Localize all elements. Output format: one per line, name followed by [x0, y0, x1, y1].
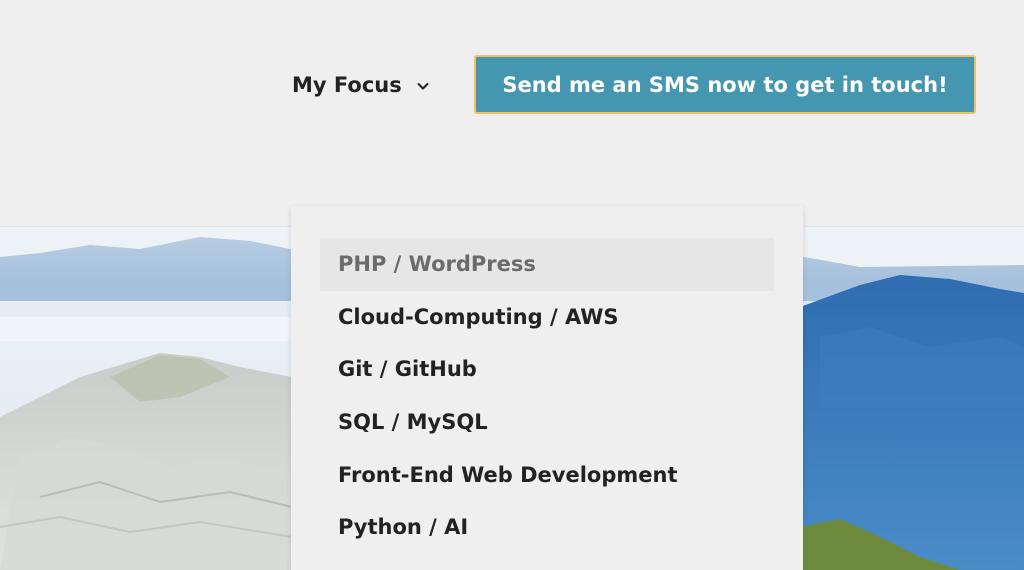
page: My Focus Send me an SMS now to get in to… [0, 0, 1024, 570]
dropdown-item-php-wordpress[interactable]: PHP / WordPress [320, 238, 774, 291]
dropdown-item-front-end-web-development[interactable]: Front-End Web Development [320, 448, 774, 501]
my-focus-dropdown: PHP / WordPress Cloud-Computing / AWS Gi… [291, 206, 803, 570]
nav-my-focus-label: My Focus [292, 73, 402, 97]
dropdown-item-python-ai[interactable]: Python / AI [320, 501, 774, 554]
dropdown-item-sql-mysql[interactable]: SQL / MySQL [320, 396, 774, 449]
dropdown-item-git-github[interactable]: Git / GitHub [320, 343, 774, 396]
nav-my-focus[interactable]: My Focus [292, 70, 432, 100]
site-header: My Focus Send me an SMS now to get in to… [0, 0, 1024, 227]
sms-contact-button[interactable]: Send me an SMS now to get in touch! [474, 55, 976, 114]
dropdown-item-cloud-computing-aws[interactable]: Cloud-Computing / AWS [320, 291, 774, 344]
chevron-down-icon [414, 76, 432, 94]
